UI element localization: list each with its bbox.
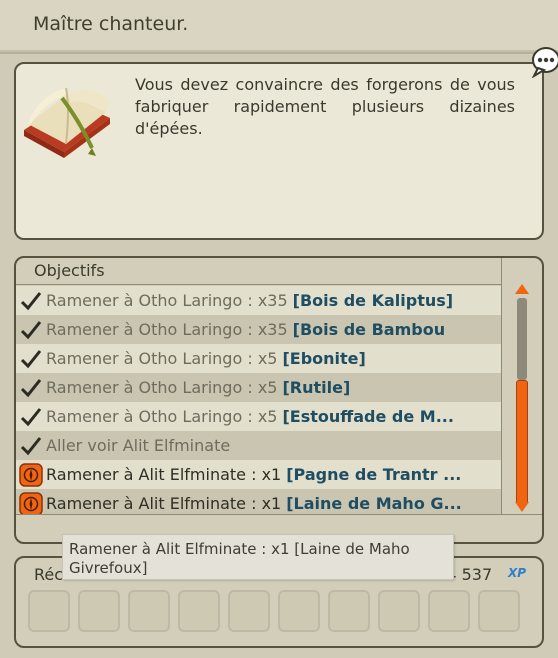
rewards-label: Réc (34, 565, 64, 584)
objectives-header-divider (16, 284, 502, 285)
reward-slot[interactable] (428, 590, 470, 632)
objective-text: Ramener à Alit Elfminate : x1 (46, 494, 282, 513)
objective-row[interactable]: Ramener à Otho Laringo : x5 [Ebonite] (16, 344, 501, 373)
objective-item-link[interactable]: [Rutile] (282, 378, 350, 397)
objective-text: Ramener à Alit Elfminate : x1 (46, 465, 282, 484)
reward-slot[interactable] (178, 590, 220, 632)
objectives-header: Objectifs (34, 261, 105, 280)
reward-slot[interactable] (228, 590, 270, 632)
objective-item-link[interactable]: [Estouffade de M... (282, 407, 453, 426)
reward-slot[interactable] (128, 590, 170, 632)
checkmark-icon (16, 291, 46, 311)
scrollbar-thumb[interactable] (516, 380, 528, 504)
objective-text: Ramener à Otho Laringo : x5 (46, 407, 278, 426)
objectives-scrollbar[interactable] (515, 284, 529, 512)
objective-text: Aller voir Alit Elfminate (46, 436, 231, 455)
reward-slot[interactable] (328, 590, 370, 632)
objective-tooltip: Ramener à Alit Elfminate : x1 [Laine de … (62, 534, 454, 580)
objective-text: Ramener à Otho Laringo : x35 (46, 320, 288, 339)
objective-text: Ramener à Otho Laringo : x5 (46, 349, 278, 368)
objective-row[interactable]: Ramener à Alit Elfminate : x1 [Laine de … (16, 489, 501, 514)
reward-slot[interactable] (78, 590, 120, 632)
objective-text: Ramener à Otho Laringo : x5 (46, 378, 278, 397)
objective-row[interactable]: Ramener à Otho Laringo : x35 [Bois de Ka… (16, 286, 501, 315)
objective-item-link[interactable]: [Laine de Maho G... (286, 494, 462, 513)
objective-row[interactable]: Ramener à Alit Elfminate : x1 [Pagne de … (16, 460, 501, 489)
reward-slot[interactable] (378, 590, 420, 632)
checkmark-icon (16, 378, 46, 398)
checkmark-icon (16, 320, 46, 340)
objective-item-link[interactable]: [Bois de Bambou (293, 320, 445, 339)
checkmark-icon (16, 436, 46, 456)
objective-row[interactable]: Ramener à Otho Laringo : x5 [Estouffade … (16, 402, 501, 431)
quest-description: Vous devez convaincre des forgerons de v… (135, 75, 515, 138)
scroll-up-arrow-icon[interactable] (515, 284, 529, 294)
reward-slot[interactable] (478, 590, 520, 632)
objective-row[interactable]: Ramener à Otho Laringo : x5 [Rutile] (16, 373, 501, 402)
objective-text: Ramener à Otho Laringo : x35 (46, 291, 288, 310)
reward-slot[interactable] (28, 590, 70, 632)
xp-badge: XP (508, 566, 527, 580)
quest-book-icon (24, 87, 110, 158)
objectives-list: Ramener à Otho Laringo : x35 [Bois de Ka… (16, 286, 501, 514)
objectives-footer-divider (16, 514, 542, 515)
objective-row[interactable]: Ramener à Otho Laringo : x35 [Bois de Ba… (16, 315, 501, 344)
title-bar: Maître chanteur. (0, 0, 558, 52)
reward-slots (28, 590, 520, 632)
compass-icon[interactable] (16, 491, 46, 514)
checkmark-icon (16, 349, 46, 369)
speech-bubble-icon[interactable] (530, 46, 558, 78)
checkmark-icon (16, 407, 46, 427)
scroll-down-arrow-icon[interactable] (515, 502, 529, 512)
reward-slot[interactable] (278, 590, 320, 632)
objective-row[interactable]: Aller voir Alit Elfminate (16, 431, 501, 460)
objective-item-link[interactable]: [Ebonite] (282, 349, 365, 368)
quest-title: Maître chanteur. (33, 13, 189, 35)
scrollbar-track[interactable] (517, 298, 527, 380)
objective-item-link[interactable]: [Pagne de Trantr ... (286, 465, 461, 484)
objectives-scroll-divider (501, 258, 502, 514)
objective-item-link[interactable]: [Bois de Kaliptus] (293, 291, 453, 310)
compass-icon[interactable] (16, 462, 46, 487)
